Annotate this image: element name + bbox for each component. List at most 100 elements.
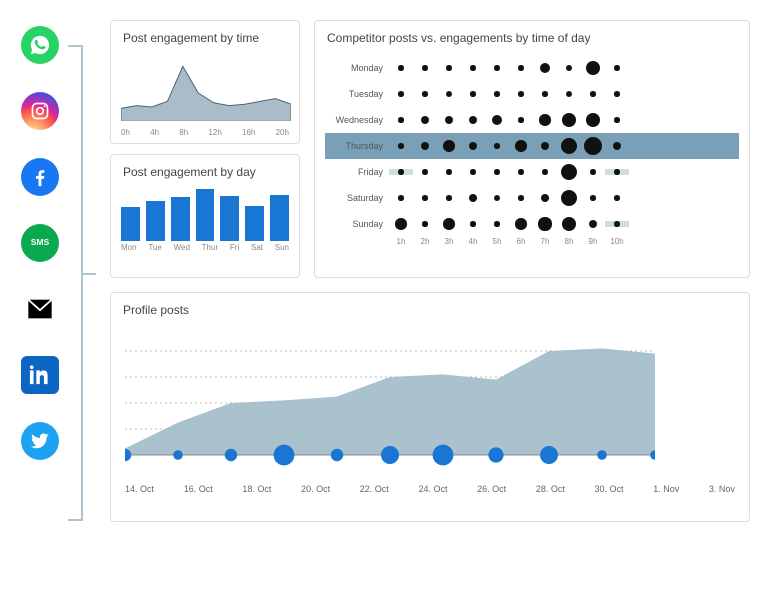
x-tick: 9h	[581, 237, 605, 246]
x-tick: Tue	[148, 243, 162, 252]
x-tick: 1h	[389, 237, 413, 246]
svg-text:SMS: SMS	[31, 237, 50, 247]
x-tick: 3h	[437, 237, 461, 246]
x-tick: 28. Oct	[536, 484, 565, 494]
heatmap-cell	[509, 91, 533, 96]
linkedin-icon[interactable]	[21, 356, 59, 394]
x-tick: 22. Oct	[360, 484, 389, 494]
x-tick: 1. Nov	[653, 484, 679, 494]
chart-profile-posts: 14. Oct16. Oct18. Oct20. Oct22. Oct24. O…	[111, 321, 749, 502]
heatmap-cell	[437, 169, 461, 174]
heatmap-cell	[509, 140, 533, 152]
x-tick: Wed	[174, 243, 190, 252]
heatmap-cell	[581, 220, 605, 228]
x-tick: Sat	[251, 243, 263, 252]
heatmap-cell	[605, 65, 629, 70]
x-tick: 14. Oct	[125, 484, 154, 494]
heatmap-cell	[509, 65, 533, 70]
x-tick: 30. Oct	[595, 484, 624, 494]
heatmap-cell	[581, 137, 605, 155]
heatmap-cell	[485, 91, 509, 96]
bar	[121, 207, 140, 241]
bar	[171, 197, 190, 241]
heatmap-cell	[389, 117, 413, 122]
y-tick: Tuesday	[325, 89, 389, 99]
panel-title: Competitor posts vs. engagements by time…	[315, 21, 749, 49]
x-tick: Sun	[275, 243, 289, 252]
connector-bracket	[68, 38, 96, 528]
x-tick: 4h	[150, 128, 159, 137]
x-tick: 7h	[533, 237, 557, 246]
x-tick: Fri	[230, 243, 239, 252]
heatmap-cell	[485, 169, 509, 174]
chart-engagement-day: MonTueWedThurFriSatSun	[111, 183, 299, 258]
x-tick: 8h	[179, 128, 188, 137]
heatmap-cell	[461, 169, 485, 174]
y-tick: Wednesday	[325, 115, 389, 125]
instagram-icon[interactable]	[21, 92, 59, 130]
heatmap-cell	[557, 138, 581, 154]
heatmap-cell	[605, 169, 629, 174]
bar	[270, 195, 289, 241]
heatmap-cell	[533, 142, 557, 150]
x-tick: 2h	[413, 237, 437, 246]
x-tick: 10h	[605, 237, 629, 246]
bar	[196, 189, 215, 241]
panel-title: Profile posts	[111, 293, 749, 321]
heatmap-row: Thursday	[325, 133, 739, 159]
facebook-icon[interactable]	[21, 158, 59, 196]
y-tick: Saturday	[325, 193, 389, 203]
heatmap-cell	[533, 91, 557, 96]
social-icons-rail: SMS	[10, 20, 70, 522]
heatmap-cell	[413, 91, 437, 96]
sms-icon[interactable]: SMS	[21, 224, 59, 262]
panel-competitor-heatmap: Competitor posts vs. engagements by time…	[314, 20, 750, 278]
heatmap-cell	[557, 190, 581, 206]
heatmap-cell	[533, 194, 557, 202]
heatmap-row: Friday	[325, 159, 739, 185]
x-tick: 8h	[557, 237, 581, 246]
heatmap-cell	[557, 217, 581, 232]
x-tick: 16h	[242, 128, 255, 137]
heatmap-cell	[509, 117, 533, 122]
heatmap-row: Wednesday	[325, 107, 739, 133]
heatmap-cell	[485, 221, 509, 226]
chart-competitor-heatmap: MondayTuesdayWednesdayThursdayFridaySatu…	[315, 49, 749, 252]
y-tick: Thursday	[325, 141, 389, 151]
heatmap-cell	[461, 91, 485, 96]
heatmap-cell	[533, 114, 557, 126]
heatmap-cell	[581, 91, 605, 96]
heatmap-cell	[389, 195, 413, 200]
y-tick: Friday	[325, 167, 389, 177]
heatmap-row: Saturday	[325, 185, 739, 211]
email-icon[interactable]	[21, 290, 59, 328]
heatmap-cell	[509, 218, 533, 230]
heatmap-cell	[581, 61, 605, 76]
heatmap-cell	[437, 140, 461, 152]
heatmap-cell	[461, 194, 485, 202]
chart-engagement-time: 0h4h8h12h16h20h	[111, 49, 299, 143]
heatmap-cell	[437, 91, 461, 98]
heatmap-cell	[581, 195, 605, 200]
whatsapp-icon[interactable]	[21, 26, 59, 64]
heatmap-cell	[509, 169, 533, 174]
heatmap-cell	[485, 115, 509, 125]
heatmap-cell	[413, 169, 437, 174]
heatmap-cell	[413, 116, 437, 124]
x-tick: 4h	[461, 237, 485, 246]
heatmap-cell	[605, 142, 629, 150]
x-tick: 24. Oct	[418, 484, 447, 494]
x-tick: 26. Oct	[477, 484, 506, 494]
heatmap-cell	[533, 169, 557, 174]
heatmap-cell	[461, 221, 485, 226]
heatmap-cell	[389, 143, 413, 148]
twitter-icon[interactable]	[21, 422, 59, 460]
heatmap-cell	[389, 169, 413, 174]
heatmap-cell	[413, 221, 437, 226]
heatmap-cell	[437, 218, 461, 230]
heatmap-row: Tuesday	[325, 81, 739, 107]
heatmap-cell	[413, 195, 437, 200]
panel-engagement-by-day: Post engagement by day MonTueWedThurFriS…	[110, 154, 300, 278]
heatmap-cell	[389, 65, 413, 70]
heatmap-cell	[437, 65, 461, 70]
